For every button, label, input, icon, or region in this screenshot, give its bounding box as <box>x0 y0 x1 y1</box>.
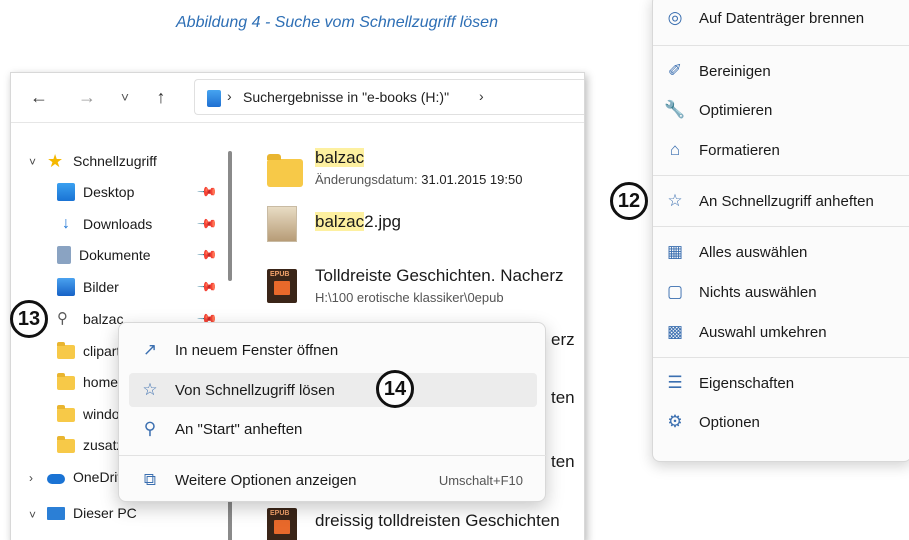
cloud-icon <box>47 474 65 484</box>
menu-item-options[interactable]: ⚙ Optionen <box>663 405 908 439</box>
sidebar-item-desktop[interactable]: Desktop <box>57 177 134 207</box>
open-new-window-icon: ↗ <box>142 340 158 359</box>
folder-icon <box>267 154 303 187</box>
menu-divider <box>653 45 909 46</box>
menu-item-pin-to-start[interactable]: ⚲ An "Start" anheften <box>129 412 537 446</box>
menu-divider <box>653 357 909 358</box>
list-item[interactable]: balzac2.jpg <box>315 212 401 232</box>
wrench-icon: 🔧 <box>664 100 686 119</box>
epub-icon: EPUB <box>267 269 297 303</box>
list-item[interactable]: ten <box>551 388 575 408</box>
menu-item-unpin-quick-access[interactable]: ☆ Von Schnellzugriff lösen <box>129 373 537 407</box>
unpin-star-icon: ☆ <box>142 380 158 399</box>
collapse-chevron-icon[interactable]: › <box>29 471 33 485</box>
invert-selection-icon: ▩ <box>666 322 684 341</box>
menu-divider <box>653 175 909 176</box>
options-icon: ⚙ <box>667 412 683 431</box>
menu-item-open-new-window[interactable]: ↗ In neuem Fenster öffnen <box>129 333 537 367</box>
pin-icon: 📌 <box>196 243 219 266</box>
figure-caption: Abbildung 4 - Suche vom Schnellzugriff l… <box>176 14 498 31</box>
drive-context-menu: ◎ Auf Datenträger brennen ✐ Bereinigen 🔧… <box>652 0 909 462</box>
image-thumbnail-icon <box>267 206 297 242</box>
sidebar-item-pictures[interactable]: Bilder <box>57 272 119 302</box>
recent-locations-button[interactable]: ˅ <box>111 83 139 111</box>
star-pin-icon: ☆ <box>667 191 683 210</box>
folder-icon <box>57 342 75 359</box>
pin-icon: 📌 <box>196 180 219 203</box>
sidebar-item-windows[interactable]: windo <box>57 399 120 429</box>
star-icon: ★ <box>47 151 64 171</box>
document-icon <box>57 246 71 264</box>
menu-item-pin-quick-access[interactable]: ☆ An Schnellzugriff anheften <box>663 184 908 218</box>
breadcrumb-search-results[interactable]: Suchergebnisse in "e-books (H:)" <box>243 89 449 105</box>
search-icon: ⚲ <box>57 310 68 327</box>
select-none-icon: ▢ <box>666 282 684 301</box>
sidebar-item-balzac[interactable]: ⚲ balzac <box>57 304 123 334</box>
menu-item-properties[interactable]: ☰ Eigenschaften <box>663 366 908 400</box>
sidebar-item-downloads[interactable]: ↓ Downloads <box>57 209 152 239</box>
desktop-icon <box>57 183 75 201</box>
list-item[interactable]: dreissig tolldreisten Geschichten <box>315 511 560 531</box>
pane-scrollbar[interactable] <box>228 151 232 281</box>
address-field[interactable]: › Suchergebnisse in "e-books (H:)" › <box>194 79 584 115</box>
list-item[interactable]: balzac Änderungsdatum: 31.01.2015 19:50 <box>315 148 522 187</box>
menu-item-optimize[interactable]: 🔧 Optimieren <box>663 93 908 127</box>
breadcrumb-chevron[interactable]: › <box>479 88 484 104</box>
pin-icon: 📌 <box>196 212 219 235</box>
properties-icon: ☰ <box>667 373 683 392</box>
folder-icon <box>57 405 75 422</box>
callout-badge-13: 13 <box>10 300 48 338</box>
sidebar-item-clipart[interactable]: clipart <box>57 336 120 366</box>
list-item[interactable]: Tolldreiste Geschichten. Nacherz H:\100 … <box>315 266 564 305</box>
menu-item-format[interactable]: ⌂ Formatieren <box>663 133 908 167</box>
shortcut-label: Umschalt+F10 <box>438 472 523 488</box>
format-icon: ⌂ <box>669 140 681 159</box>
menu-item-select-all[interactable]: ▦ Alles auswählen <box>663 235 908 269</box>
list-item[interactable]: ten <box>551 452 575 472</box>
forward-button[interactable]: → <box>73 83 101 111</box>
download-arrow-icon: ↓ <box>62 215 70 232</box>
epub-icon: EPUB <box>267 508 297 540</box>
broom-icon: ✐ <box>667 61 683 80</box>
menu-item-more-options[interactable]: ⧉ Weitere Optionen anzeigen Umschalt+F10 <box>129 463 537 497</box>
expand-chevron-icon[interactable]: ˅ <box>29 155 36 169</box>
menu-item-select-none[interactable]: ▢ Nichts auswählen <box>663 275 908 309</box>
select-all-icon: ▦ <box>666 242 684 261</box>
computer-icon <box>47 506 65 520</box>
folder-icon <box>57 373 75 390</box>
menu-item-cleanup[interactable]: ✐ Bereinigen <box>663 54 908 88</box>
drive-icon <box>207 90 221 107</box>
folder-icon <box>57 436 75 453</box>
more-options-icon: ⧉ <box>143 470 157 489</box>
callout-badge-12: 12 <box>610 182 648 220</box>
pictures-icon <box>57 278 75 296</box>
list-item[interactable]: erz <box>551 330 575 350</box>
pin-icon: 📌 <box>196 275 219 298</box>
context-menu: ↗ In neuem Fenster öffnen ☆ Von Schnellz… <box>118 322 547 502</box>
burn-disc-icon: ◎ <box>667 8 683 27</box>
pin-icon: ⚲ <box>143 419 157 438</box>
menu-divider <box>119 455 547 456</box>
menu-divider <box>653 226 909 227</box>
menu-item-burn-disc[interactable]: ◎ Auf Datenträger brennen <box>663 1 908 35</box>
sidebar-item-this-pc[interactable]: Dieser PC <box>47 498 137 528</box>
menu-item-invert-selection[interactable]: ▩ Auswahl umkehren <box>663 315 908 349</box>
up-button[interactable]: ↑ <box>147 83 175 111</box>
sidebar-item-home[interactable]: home <box>57 367 118 397</box>
sidebar-item-documents[interactable]: Dokumente <box>57 240 151 270</box>
back-button[interactable]: ← <box>25 83 53 111</box>
sidebar-item-quick-access[interactable]: ★ Schnellzugriff <box>47 146 157 176</box>
expand-chevron-icon[interactable]: ˅ <box>29 508 36 522</box>
sidebar-item-zusatz[interactable]: zusatz <box>57 430 123 460</box>
address-bar-row: ← → ˅ ↑ › Suchergebnisse in "e-books (H:… <box>11 73 584 123</box>
callout-badge-14: 14 <box>376 370 414 408</box>
breadcrumb-separator: › <box>227 88 232 104</box>
